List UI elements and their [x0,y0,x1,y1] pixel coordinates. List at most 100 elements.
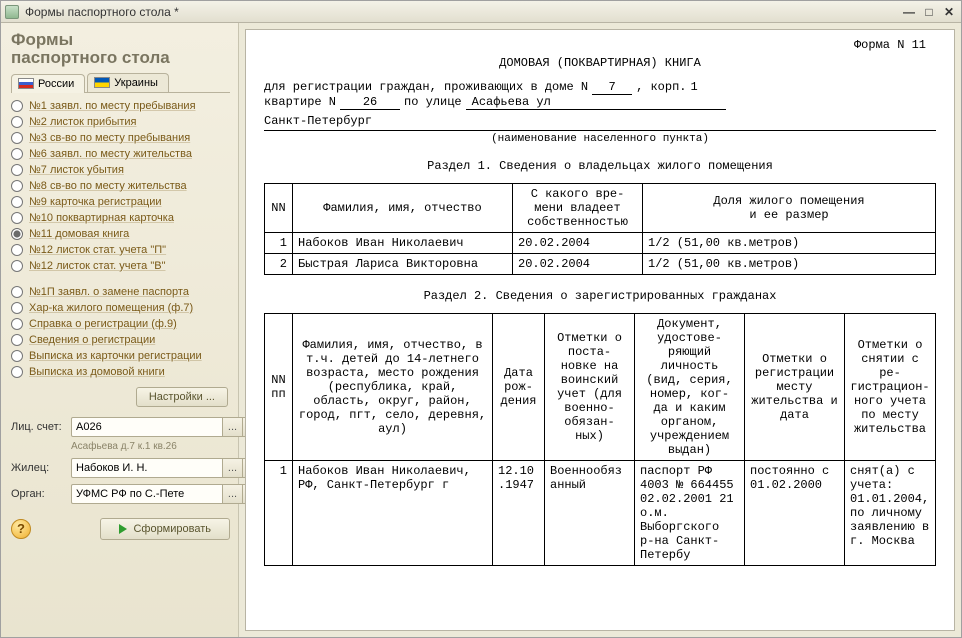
t1-h-share: Доля жилого помещения и ее размер [643,184,936,233]
owners-table: NN Фамилия, имя, отчество С какого вре- … [264,183,936,275]
city-caption: (наименование населенного пункта) [264,133,936,145]
organ-input[interactable] [71,484,223,504]
radio-label: Хар-ка жилого помещения (ф.7) [29,302,193,314]
t1-h-fio: Фамилия, имя, отчество [293,184,513,233]
table-row: 2Быстрая Лариса Викторовна20.02.20041/2 … [265,254,936,275]
close-button[interactable]: ✕ [941,5,957,19]
form-radio-item[interactable]: №7 листок убытия [11,163,230,177]
reg-line-1: для регистрации граждан, проживающих в д… [264,80,936,95]
account-note: Асафьева д.7 к.1 кв.26 [71,441,263,452]
app-icon [5,5,19,19]
t1-h-since: С какого вре- мени владеет собственность… [513,184,643,233]
radio[interactable] [11,148,23,160]
form-radio-item[interactable]: №1 заявл. по месту пребывания [11,99,230,113]
radio-label: №12 листок стат. учета "П" [29,244,166,256]
tab-russia[interactable]: России [11,74,85,93]
radio-label: №1 заявл. по месту пребывания [29,100,196,112]
korp-no: 1 [690,80,697,94]
radio-label: №10 поквартирная карточка [29,212,174,224]
maximize-button[interactable]: □ [921,5,937,19]
radio-label: Выписка из карточки регистрации [29,350,202,362]
organ-browse-button[interactable]: ... [223,484,243,504]
form-radio-item[interactable]: Выписка из карточки регистрации [11,349,230,363]
table-row: 1Набоков Иван Николаевич20.02.20041/2 (5… [265,233,936,254]
form-radio-item[interactable]: №12 листок стат. учета "В" [11,259,230,273]
form-radio-item[interactable]: Выписка из домовой книги [11,365,230,379]
radio[interactable] [11,132,23,144]
t1-h-nn: NN [265,184,293,233]
radio[interactable] [11,302,23,314]
radio-label: №9 карточка регистрации [29,196,162,208]
form-radio-item[interactable]: Хар-ка жилого помещения (ф.7) [11,301,230,315]
country-tabs: России Украины [11,73,230,93]
help-icon[interactable]: ? [11,519,31,539]
minimize-button[interactable]: — [901,5,917,19]
radio[interactable] [11,260,23,272]
account-input[interactable] [71,417,223,437]
radio[interactable] [11,244,23,256]
tab-ukraine[interactable]: Украины [87,73,169,92]
app-window: Формы паспортного стола * — □ ✕ Формы па… [0,0,962,638]
city: Санкт-Петербург [264,114,936,131]
lookup-form: Лиц. счет: ... 🔍 Асафьева д.7 к.1 кв.26 … [11,417,230,504]
play-icon [119,524,127,534]
form-radio-item[interactable]: №6 заявл. по месту жительства [11,147,230,161]
t2-h-fio: Фамилия, имя, отчество, в т.ч. детей до … [293,314,493,461]
form-number: Форма N 11 [854,38,926,52]
sidebar: Формы паспортного стола России Украины №… [1,23,239,637]
flag-ukraine-icon [94,77,110,88]
t2-h-reg: Отметки о регистрации месту жительства и… [745,314,845,461]
form-radio-item[interactable]: Сведения о регистрации [11,333,230,347]
radio[interactable] [11,286,23,298]
radio-label: Сведения о регистрации [29,334,155,346]
generate-button[interactable]: Сформировать [100,518,230,540]
resident-label: Жилец: [11,462,67,474]
flag-russia-icon [18,78,34,89]
account-label: Лиц. счет: [11,421,67,433]
radio-label: №1П заявл. о замене паспорта [29,286,189,298]
form-radio-item[interactable]: №2 листок прибытия [11,115,230,129]
account-browse-button[interactable]: ... [223,417,243,437]
form-radio-item[interactable]: №3 св-во по месту пребывания [11,131,230,145]
t2-h-nn: NN пп [265,314,293,461]
form-radio-item[interactable]: №9 карточка регистрации [11,195,230,209]
radio[interactable] [11,196,23,208]
radio-label: №8 св-во по месту жительства [29,180,187,192]
radio[interactable] [11,212,23,224]
resident-browse-button[interactable]: ... [223,458,243,478]
form-radio-item[interactable]: №12 листок стат. учета "П" [11,243,230,257]
radio[interactable] [11,164,23,176]
t2-h-doc: Документ, удостове- ряющий личность (вид… [635,314,745,461]
street: Асафьева ул [466,95,726,110]
radio-label: №12 листок стат. учета "В" [29,260,166,272]
radio-label: №3 св-во по месту пребывания [29,132,190,144]
form-radio-item[interactable]: Справка о регистрации (ф.9) [11,317,230,331]
resident-input[interactable] [71,458,223,478]
sidebar-heading: Формы паспортного стола [11,31,230,67]
document-view: Форма N 11 ДОМОВАЯ (ПОКВАРТИРНАЯ) КНИГА … [245,29,955,631]
settings-button[interactable]: Настройки ... [136,387,228,407]
form-radio-item[interactable]: №10 поквартирная карточка [11,211,230,225]
radio-label: Справка о регистрации (ф.9) [29,318,177,330]
form-radio-item[interactable]: №11 домовая книга [11,227,230,241]
window-title: Формы паспортного стола * [25,5,179,19]
radio[interactable] [11,180,23,192]
radio[interactable] [11,350,23,362]
radio[interactable] [11,228,23,240]
t2-h-off: Отметки о снятии с ре- гистрацион- ного … [845,314,936,461]
radio-label: №11 домовая книга [29,228,129,240]
section2-title: Раздел 2. Сведения о зарегистрированных … [264,289,936,303]
radio[interactable] [11,116,23,128]
doc-title: ДОМОВАЯ (ПОКВАРТИРНАЯ) КНИГА [264,56,936,70]
radio-label: №6 заявл. по месту жительства [29,148,192,160]
form-radio-item[interactable]: №8 св-во по месту жительства [11,179,230,193]
form-radio-group-2: №1П заявл. о замене паспорта Хар-ка жилог… [11,285,230,379]
form-radio-group-1: №1 заявл. по месту пребывания №2 листок п… [11,99,230,273]
reg-line-2: квартире N 26 по улице Асафьева ул [264,95,936,110]
radio[interactable] [11,100,23,112]
radio[interactable] [11,334,23,346]
form-radio-item[interactable]: №1П заявл. о замене паспорта [11,285,230,299]
flat-no: 26 [340,95,400,110]
radio[interactable] [11,366,23,378]
radio[interactable] [11,318,23,330]
